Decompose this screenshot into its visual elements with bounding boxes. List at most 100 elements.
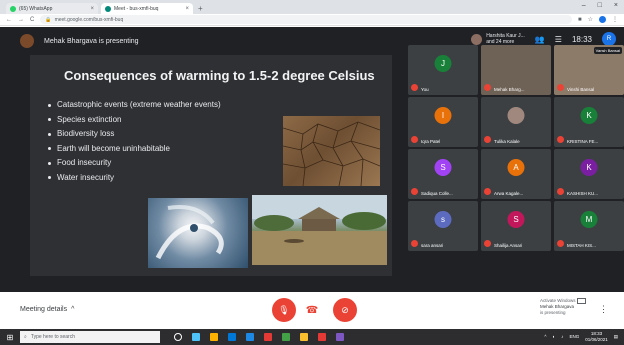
system-tray: ^ ◐ ♪ ENG 18:33 01/06/2021 ▤ (544, 331, 618, 342)
meet-clock: 18:33 (571, 34, 592, 44)
leave-call-button[interactable]: ☎ (304, 303, 320, 317)
tab-meet[interactable]: Meet - bus-xmfi-buq × (101, 3, 193, 14)
chevron-up-icon[interactable]: ^ (544, 334, 546, 339)
close-icon[interactable]: × (185, 6, 189, 12)
reload-icon[interactable]: C (30, 17, 34, 23)
mic-muted-icon (484, 136, 491, 143)
presentation-info[interactable]: Activate Windows Mehak Bhargava is prese… (540, 298, 586, 316)
participant-name: Sadiqua Colle... (421, 191, 453, 196)
taskbar-app-icon[interactable] (228, 333, 236, 341)
network-icon[interactable]: ◐ (552, 334, 555, 339)
participant-tile[interactable]: K KASHISH KU... (554, 149, 624, 199)
url-field[interactable]: 🔒 meet.google.com/bus-xmfi-buq (40, 15, 572, 24)
taskbar-app-icon[interactable] (192, 333, 200, 341)
lock-icon: 🔒 (45, 16, 52, 23)
volume-icon[interactable]: ♪ (561, 334, 563, 339)
minimize-icon[interactable]: – (582, 2, 586, 9)
mic-off-icon: 🎙 (278, 304, 290, 315)
search-icon: ⌕ (24, 334, 27, 340)
language-indicator[interactable]: ENG (569, 334, 579, 339)
mic-muted-icon (411, 240, 418, 247)
participant-avatar: K (580, 107, 598, 124)
taskbar-app-icon[interactable] (174, 333, 182, 341)
address-bar: ← → C 🔒 meet.google.com/bus-xmfi-buq ■ ☆… (0, 14, 624, 26)
camera-blocked-icon[interactable]: ■ (578, 17, 582, 23)
participant-grid: J You Mehak Bharg... Vansh Bansal Vinshi Ban… (404, 45, 624, 291)
people-icon[interactable]: 👥 (535, 35, 545, 44)
maximize-icon[interactable]: □ (598, 2, 602, 9)
participant-tile[interactable]: I Iqra Patel (408, 97, 478, 147)
meet-top-right: Harshita Kaur J... and 24 more 👥 ☰ 18:33… (471, 32, 616, 46)
participant-name: Iqra Patel (421, 139, 441, 144)
participant-avatar: M (580, 211, 598, 228)
meeting-details-label: Meeting details (20, 306, 68, 313)
participant-tile[interactable]: M MISTAH KIS... (554, 201, 624, 251)
camera-toggle-button[interactable]: ⊘ (333, 298, 357, 322)
participant-name: Vinshi Bansal (567, 87, 595, 92)
taskbar-app-icon[interactable] (300, 333, 308, 341)
self-avatar[interactable]: R (602, 32, 616, 46)
taskbar-app-icon[interactable] (336, 333, 344, 341)
profile-avatar[interactable] (599, 16, 606, 23)
taskbar-app-icon[interactable] (264, 333, 272, 341)
participant-tile[interactable]: S Sadiqua Colle... (408, 149, 478, 199)
bullet-item: Catastrophic events (extreme weather eve… (48, 98, 221, 113)
bookmark-star-icon[interactable]: ☆ (588, 16, 593, 23)
taskbar-search[interactable]: ⌕ Type here to search (20, 331, 160, 343)
close-icon[interactable]: × (90, 6, 94, 12)
meeting-details-button[interactable]: Meeting details ^ (20, 306, 74, 313)
participant-tile[interactable]: J You (408, 45, 478, 95)
is-presenting-text: is presenting (540, 310, 566, 316)
mic-muted-icon (557, 240, 564, 247)
search-placeholder: Type here to search (30, 334, 76, 340)
mic-toggle-button[interactable]: 🎙 (272, 298, 296, 322)
participant-tile[interactable]: A Arwa Kagale... (481, 149, 551, 199)
bullet-item: Species extinction (48, 113, 221, 128)
participant-tile[interactable]: Tulika Kalale (481, 97, 551, 147)
participant-avatar (507, 107, 525, 124)
tab-whatsapp[interactable]: (65) WhatsApp × (6, 3, 98, 14)
forward-icon[interactable]: → (18, 17, 24, 23)
taskbar-app-icon[interactable] (282, 333, 290, 341)
participant-name: Mehak Bharg... (494, 87, 525, 92)
participant-name: You (421, 87, 429, 92)
participant-name: Arwa Kagale... (494, 191, 524, 196)
camera-off-icon: ⊘ (341, 304, 349, 315)
participant-tile[interactable]: Mehak Bharg... (481, 45, 551, 95)
taskbar-app-icon[interactable] (318, 333, 326, 341)
participant-name: KASHISH KU... (567, 191, 599, 196)
participant-badge: Vansh Bansal (593, 47, 622, 54)
drought-cracked-earth-image (283, 116, 380, 186)
participant-tile[interactable]: s sara ansari (408, 201, 478, 251)
taskbar-clock[interactable]: 18:33 01/06/2021 (585, 331, 608, 342)
participant-tile[interactable]: Vansh Bansal Vinshi Bansal (554, 45, 624, 95)
participant-avatar: I (434, 107, 452, 124)
participant-tile[interactable]: S Shailija Ansari (481, 201, 551, 251)
participant-avatar: s (434, 211, 452, 228)
participant-tile[interactable]: K KRISTINA FE... (554, 97, 624, 147)
chat-icon[interactable]: ☰ (555, 35, 562, 44)
browser-menu-icon[interactable]: ⋮ (612, 16, 618, 23)
mic-muted-icon (411, 84, 418, 91)
flood-village-image (252, 195, 387, 265)
participants-summary[interactable]: Harshita Kaur J... and 24 more (471, 33, 525, 45)
taskbar-app-icon[interactable] (210, 333, 218, 341)
notifications-icon[interactable]: ▤ (614, 334, 618, 340)
close-window-icon[interactable]: × (614, 2, 618, 9)
tab-title: (65) WhatsApp (19, 5, 53, 12)
taskbar-app-icon[interactable] (246, 333, 254, 341)
participant-name: Tulika Kalale (494, 139, 520, 144)
mic-muted-icon (411, 136, 418, 143)
new-tab-button[interactable]: + (198, 4, 203, 13)
cyclone-satellite-image (148, 198, 248, 268)
tab-title: Meet - bus-xmfi-buq (114, 5, 159, 12)
presentation-slide: Consequences of warming to 1.5-2 degree … (30, 55, 392, 276)
window-controls: – □ × (582, 2, 618, 9)
mic-muted-icon (484, 188, 491, 195)
more-options-icon[interactable]: ⋮ (599, 304, 608, 315)
windows-start-icon[interactable]: ⊞ (0, 329, 20, 345)
participant-avatar (471, 33, 483, 45)
chevron-up-icon: ^ (71, 306, 75, 313)
back-icon[interactable]: ← (6, 17, 12, 23)
participant-name: sara ansari (421, 243, 444, 248)
